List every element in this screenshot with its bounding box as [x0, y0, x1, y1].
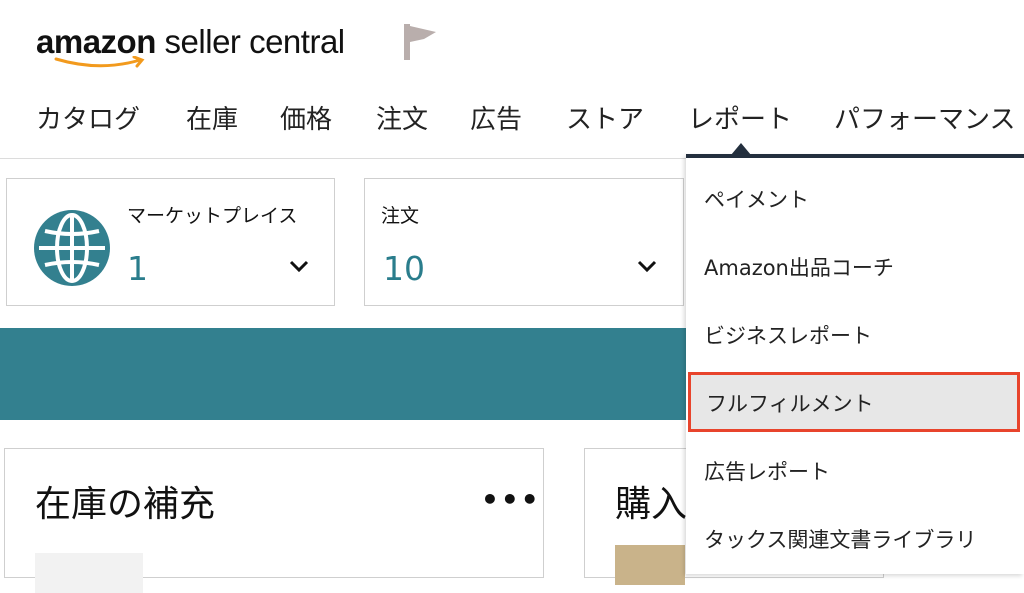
orders-widget[interactable]: 注文 10 [364, 178, 684, 306]
globe-icon [34, 210, 110, 286]
nav-stores[interactable]: ストア [566, 100, 644, 140]
menu-item-seller-coach[interactable]: Amazon出品コーチ [686, 236, 1024, 296]
nav-orders[interactable]: 注文 [376, 100, 428, 140]
card-content-placeholder [35, 553, 143, 593]
menu-item-label: タックス関連文書ライブラリ [704, 528, 977, 552]
nav-inventory[interactable]: 在庫 [186, 100, 238, 140]
product-image [615, 545, 685, 585]
nav-pricing[interactable]: 価格 [280, 100, 332, 140]
orders-label: 注文 [381, 205, 420, 227]
menu-item-tax-library[interactable]: タックス関連文書ライブラリ [686, 508, 1024, 568]
card-title: 在庫の補充 [35, 484, 216, 525]
marketplace-widget[interactable]: マーケットプレイス 1 [6, 178, 335, 306]
nav-catalog[interactable]: カタログ [36, 100, 140, 140]
menu-item-advertising-reports[interactable]: 広告レポート [686, 440, 1024, 500]
menu-item-label: 広告レポート [704, 460, 830, 484]
marketplace-count: 1 [127, 249, 148, 288]
inventory-replenishment-card: 在庫の補充 ••• [4, 448, 544, 593]
menu-item-label: Amazon出品コーチ [704, 256, 894, 280]
reports-dropdown-menu: ペイメント Amazon出品コーチ ビジネスレポート フルフィルメント 広告レポ… [686, 154, 1024, 574]
card-title: 購入 [615, 484, 688, 525]
nav-reports[interactable]: レポート [688, 100, 792, 140]
seller-central-logo[interactable]: amazon seller central [36, 22, 345, 70]
menu-item-label: フルフィルメント [706, 392, 874, 416]
flag-icon[interactable] [400, 22, 440, 62]
menu-item-payments[interactable]: ペイメント [686, 168, 1024, 228]
chevron-down-icon[interactable] [289, 259, 309, 273]
menu-item-label: ペイメント [704, 188, 809, 212]
amazon-smile-icon [54, 56, 145, 68]
chevron-down-icon[interactable] [637, 259, 657, 273]
marketplace-label: マーケットプレイス [127, 205, 298, 227]
top-header: amazon seller central カタログ 在庫 価格 注文 広告 ス… [0, 0, 1024, 159]
menu-item-label: ビジネスレポート [704, 324, 872, 348]
menu-item-business-reports[interactable]: ビジネスレポート [686, 304, 1024, 364]
menu-item-fulfillment[interactable]: フルフィルメント [688, 372, 1020, 432]
nav-advertising[interactable]: 広告 [470, 100, 522, 140]
nav-performance[interactable]: パフォーマンス [834, 100, 1015, 140]
more-icon[interactable]: ••• [481, 483, 541, 516]
orders-count: 10 [383, 249, 425, 288]
